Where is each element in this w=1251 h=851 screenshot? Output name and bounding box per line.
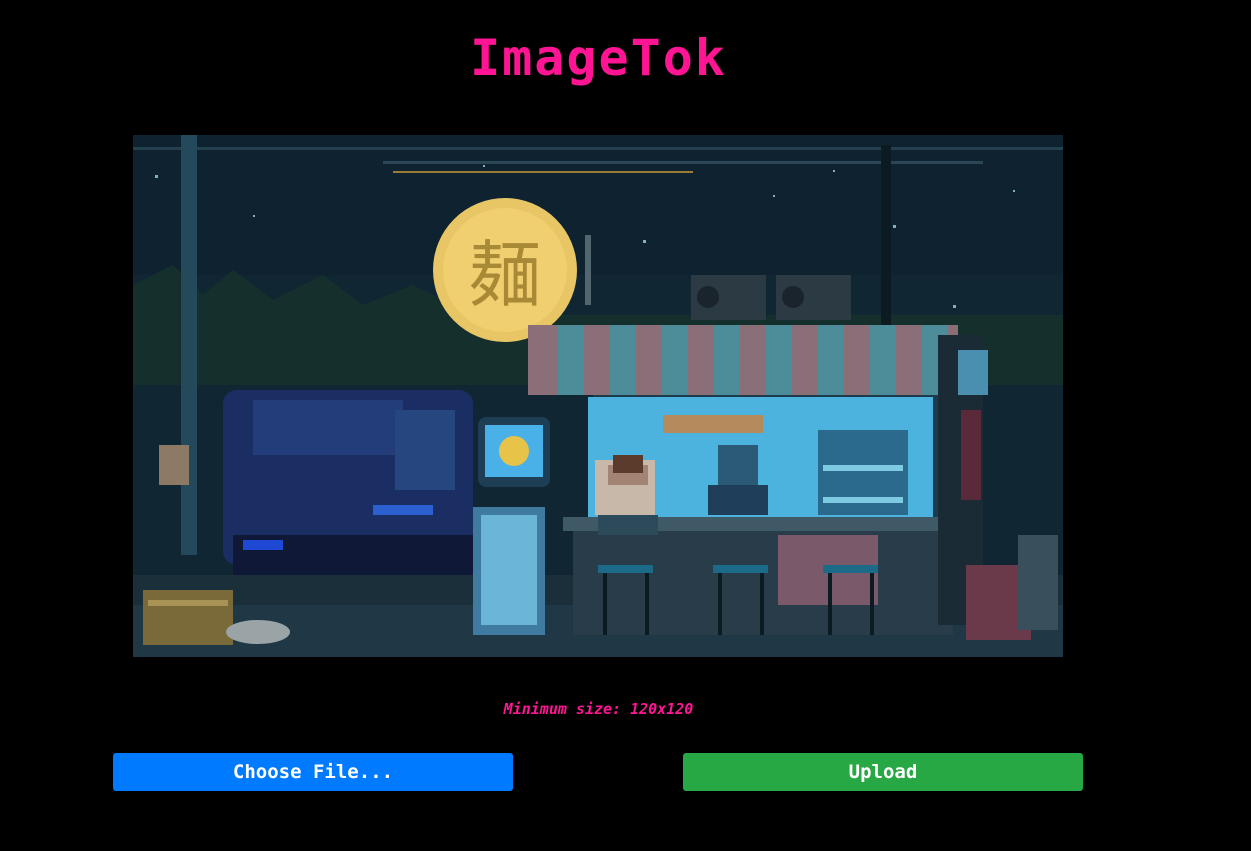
minimum-size-hint: Minimum size: 120x120 <box>503 700 694 718</box>
app-title: ImageTok <box>470 29 727 87</box>
upload-button[interactable]: Upload <box>683 753 1083 791</box>
choose-file-button[interactable]: Choose File... <box>113 753 513 791</box>
uploaded-image-preview: 麺 <box>133 135 1063 657</box>
pixel-art-image: 麺 <box>133 135 1063 657</box>
page: ImageTok 麺 Minimum size: 120x120 Choose … <box>0 0 1251 851</box>
sign-glyph: 麺 <box>469 233 541 317</box>
